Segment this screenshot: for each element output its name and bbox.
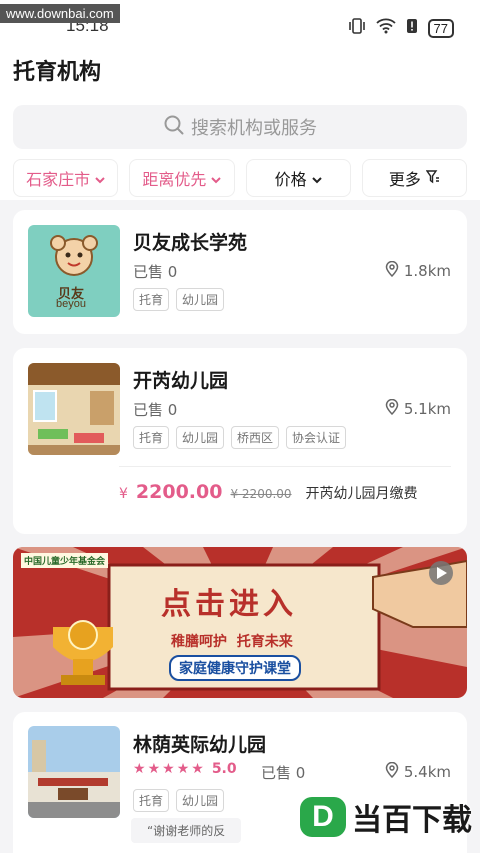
chevron-down-icon [311, 169, 322, 188]
filter-city-label: 石家庄市 [26, 170, 91, 189]
price-currency: ¥ [119, 486, 128, 502]
tag: 托育 [133, 789, 170, 812]
banner-subtitle: 家庭健康守护课堂 [169, 655, 301, 681]
banner-title-char: 进 [229, 587, 259, 622]
chevron-down-icon [95, 169, 105, 188]
service-name: 开芮幼儿园月缴费 [305, 486, 418, 502]
tag: 托育 [133, 288, 170, 311]
download-site-logo: D 当百下载 [300, 795, 472, 839]
institution-photo [28, 363, 120, 455]
alert-icon [406, 18, 418, 38]
wifi-icon [375, 18, 396, 38]
sold-count: 已售 0 [133, 263, 178, 281]
banner-title-char: 点 [161, 587, 191, 622]
original-price: ¥ 2200.00 [230, 487, 292, 501]
filter-price-label: 价格 [274, 170, 307, 189]
filter-bar: 石家庄市 距离优先 价格 更多 [13, 159, 467, 197]
logo-subtext: beyou [56, 298, 86, 310]
filter-distance[interactable]: 距离优先 [129, 159, 235, 197]
filter-funnel-icon [425, 169, 440, 188]
tag: 幼儿园 [176, 789, 225, 812]
chevron-down-icon [211, 169, 222, 188]
filter-more-label: 更多 [388, 170, 421, 189]
institution-photo [28, 726, 120, 818]
distance: 5.1km [385, 398, 451, 419]
search-icon [163, 114, 185, 141]
location-pin-icon [385, 260, 399, 281]
star-icon: ★ [176, 761, 190, 777]
sold-count: 已售 0 [261, 764, 306, 782]
page-header: 托育机构 [0, 40, 480, 100]
banner-title-char: 入 [263, 587, 293, 622]
filter-city[interactable]: 石家庄市 [13, 159, 119, 197]
location-pin-icon [385, 761, 399, 782]
rating-score: 5.0 [211, 761, 237, 777]
tag: 桥西区 [231, 426, 280, 449]
site-watermark: www.downbai.com [0, 4, 120, 23]
battery-icon: 77 [427, 18, 454, 38]
banner-title: 点 击 进 入 [161, 579, 293, 623]
star-icon: ★ [133, 761, 146, 777]
distance: 1.8km [385, 260, 451, 281]
play-icon[interactable] [429, 561, 453, 585]
institution-name: 林荫英际幼儿园 [133, 734, 267, 756]
logo-letter: D [300, 797, 346, 837]
banner-slogan: 稚膳呵护 托育未来 [171, 634, 293, 650]
institution-name: 开芮幼儿园 [133, 370, 229, 392]
institution-name: 贝友成长学苑 [133, 232, 248, 254]
institution-card[interactable]: 贝友 beyou 贝友成长学苑 已售 0 1.8km 托育 幼儿园 [13, 210, 467, 334]
banner-org: 中国儿童少年基金会 [21, 553, 109, 568]
service-price-row[interactable]: ¥ 2200.00 ¥ 2200.00 开芮幼儿园月缴费 [119, 466, 451, 503]
distance-value: 5.4km [403, 763, 451, 781]
distance-value: 1.8km [403, 262, 451, 280]
service-price: 2200.00 [135, 481, 223, 503]
status-icons: 77 [348, 18, 454, 38]
star-icon: ★ [147, 761, 161, 777]
distance: 5.4km [385, 761, 451, 782]
logo-text: 当百下载 [352, 803, 472, 838]
promo-banner[interactable]: 中国儿童少年基金会 点 击 进 入 稚膳呵护 托育未来 家庭健康守护课堂 [13, 547, 467, 698]
filter-distance-label: 距离优先 [142, 170, 207, 189]
tag-list: 托育 幼儿园 桥西区 协会认证 [133, 426, 347, 449]
institution-logo: 贝友 beyou [28, 225, 120, 317]
tag: 托育 [133, 426, 170, 449]
page-title: 托育机构 [13, 60, 102, 85]
banner-title-char: 击 [195, 587, 225, 622]
institution-card[interactable]: 开芮幼儿园 已售 0 5.1km 托育 幼儿园 桥西区 协会认证 ¥ 2200.… [13, 348, 467, 534]
tag-list: 托育 幼儿园 [133, 789, 225, 812]
tag-list: 托育 幼儿园 [133, 288, 225, 311]
tag: 协会认证 [286, 426, 347, 449]
filter-price[interactable]: 价格 [245, 159, 351, 197]
filter-more[interactable]: 更多 [361, 159, 467, 197]
search-input[interactable]: 搜索机构或服务 [13, 105, 467, 149]
tag: 幼儿园 [176, 288, 225, 311]
rating: ★ ★ ★ ★ ★ 5.0 [133, 761, 237, 777]
sold-count: 已售 0 [133, 401, 178, 419]
vibrate-icon [348, 18, 366, 38]
star-icon: ★ [162, 761, 175, 777]
review-snippet: “谢谢老师的反 [131, 818, 242, 843]
tag: 幼儿园 [176, 426, 225, 449]
search-placeholder: 搜索机构或服务 [191, 118, 317, 139]
distance-value: 5.1km [403, 400, 451, 418]
star-icon: ★ [191, 761, 204, 777]
location-pin-icon [385, 398, 399, 419]
